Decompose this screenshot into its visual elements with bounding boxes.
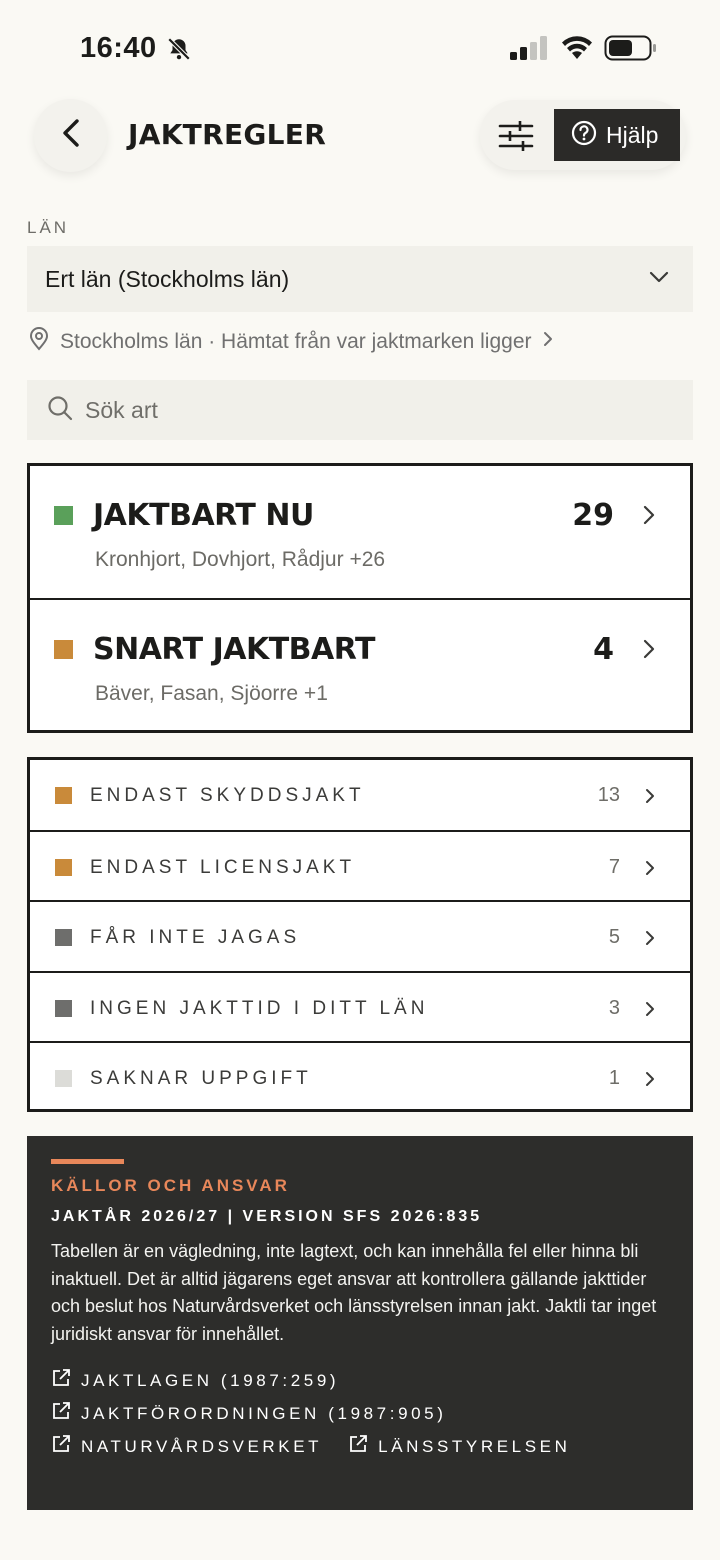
chevron-right-icon [644, 1000, 656, 1023]
header-actions: Hjälp [480, 100, 686, 170]
location-pin-icon [28, 327, 50, 357]
category-count: 5 [608, 926, 620, 949]
chevron-right-icon [644, 1070, 656, 1093]
disclaimer-links: JAKTLAGEN (1987:259) JAKTFÖRORDNINGEN (1… [51, 1364, 669, 1463]
link-jaktforordningen[interactable]: JAKTFÖRORDNINGEN (1987:905) [51, 1401, 447, 1426]
category-label: SAKNAR UPPGIFT [90, 1067, 312, 1089]
category-row[interactable]: ENDAST SKYDDSJAKT 13 [30, 760, 690, 830]
chevron-left-icon [60, 118, 82, 153]
status-swatch [54, 640, 73, 659]
category-count: 7 [608, 856, 620, 879]
chevron-right-icon [642, 638, 656, 665]
search-icon [47, 395, 73, 426]
category-row[interactable]: ENDAST LICENSJAKT 7 [30, 830, 690, 900]
category-row[interactable]: SAKNAR UPPGIFT 1 [30, 1040, 690, 1111]
external-link-icon [51, 1368, 71, 1393]
search-box [27, 380, 693, 440]
status-examples: Kronhjort, Dovhjort, Rådjur +26 [95, 548, 386, 571]
status-count: 29 [572, 498, 614, 533]
chevron-right-icon [642, 504, 656, 531]
wifi-icon [560, 34, 594, 65]
bell-slash-icon [166, 36, 192, 67]
category-swatch [55, 999, 72, 1017]
category-label: INGEN JAKTTID I DITT LÄN [90, 997, 429, 1019]
chevron-right-icon [542, 330, 554, 354]
status-swatch [54, 506, 73, 525]
link-label: JAKTFÖRORDNINGEN (1987:905) [81, 1403, 447, 1423]
county-select-value: Ert län (Stockholms län) [45, 265, 290, 292]
status-card: JAKTBART NU 29 Kronhjort, Dovhjort, Rådj… [27, 463, 693, 733]
category-swatch [55, 859, 72, 877]
question-circle-icon [571, 120, 597, 151]
chevron-right-icon [644, 787, 656, 810]
link-label: LÄNSSTYRELSEN [378, 1436, 571, 1456]
category-swatch [55, 929, 72, 947]
county-select[interactable]: Ert län (Stockholms län) [27, 246, 693, 312]
location-hint-text: Stockholms län · Hämtat från var jaktmar… [60, 330, 532, 353]
status-row-soon-hunting[interactable]: SNART JAKTBART 4 Bäver, Fasan, Sjöorre +… [30, 598, 690, 730]
category-count: 1 [608, 1066, 620, 1089]
external-link-icon [51, 1401, 71, 1426]
disclaimer-heading: KÄLLOR OCH ANSVAR [51, 1176, 290, 1195]
chevron-down-icon [649, 270, 669, 289]
location-hint[interactable]: Stockholms län · Hämtat från var jaktmar… [28, 327, 554, 357]
disclaimer-panel: KÄLLOR OCH ANSVAR JAKTÅR 2026/27 | VERSI… [27, 1136, 693, 1510]
category-label: ENDAST SKYDDSJAKT [90, 785, 365, 806]
status-count: 4 [593, 632, 614, 667]
signal-icon [510, 36, 548, 65]
filter-button[interactable] [498, 120, 534, 152]
external-link-icon [348, 1434, 368, 1459]
external-link-icon [51, 1434, 71, 1459]
link-naturvardsverket[interactable]: NATURVÅRDSVERKET [51, 1434, 322, 1459]
chevron-right-icon [644, 859, 656, 882]
link-jaktlagen[interactable]: JAKTLAGEN (1987:259) [51, 1368, 339, 1393]
category-row[interactable]: FÅR INTE JAGAS 5 [30, 900, 690, 970]
status-title: SNART JAKTBART [93, 632, 375, 667]
sliders-icon [498, 121, 534, 156]
disclaimer-text: Tabellen är en vägledning, inte lagtext,… [51, 1241, 657, 1344]
accent-bar [51, 1159, 124, 1164]
battery-icon [604, 35, 658, 66]
help-label: Hjälp [606, 121, 659, 148]
disclaimer-subheading: JAKTÅR 2026/27 | VERSION SFS 2026:835 [51, 1208, 483, 1225]
help-button[interactable]: Hjälp [554, 109, 680, 161]
category-swatch [55, 1069, 72, 1087]
link-label: NATURVÅRDSVERKET [81, 1436, 323, 1456]
status-bar: 16:40 [0, 0, 720, 96]
search-input[interactable] [85, 396, 645, 424]
link-lansstyrelsen[interactable]: LÄNSSTYRELSEN [348, 1434, 570, 1459]
category-count: 13 [597, 784, 620, 806]
chevron-right-icon [644, 929, 656, 952]
category-label: FÅR INTE JAGAS [90, 927, 301, 949]
back-button[interactable] [34, 99, 107, 172]
status-title: JAKTBART NU [93, 498, 314, 533]
link-label: JAKTLAGEN (1987:259) [81, 1370, 340, 1390]
status-time: 16:40 [80, 32, 157, 64]
category-label: ENDAST LICENSJAKT [90, 857, 356, 879]
status-examples: Bäver, Fasan, Sjöorre +1 [95, 682, 328, 705]
county-label: LÄN [27, 218, 70, 237]
page-title: JAKTREGLER [128, 118, 327, 151]
category-swatch [55, 787, 72, 804]
category-count: 3 [608, 996, 620, 1019]
category-list: ENDAST SKYDDSJAKT 13 ENDAST LICENSJAKT 7… [27, 757, 693, 1112]
category-row[interactable]: INGEN JAKTTID I DITT LÄN 3 [30, 970, 690, 1041]
status-row-hunting-now[interactable]: JAKTBART NU 29 Kronhjort, Dovhjort, Rådj… [30, 466, 690, 598]
